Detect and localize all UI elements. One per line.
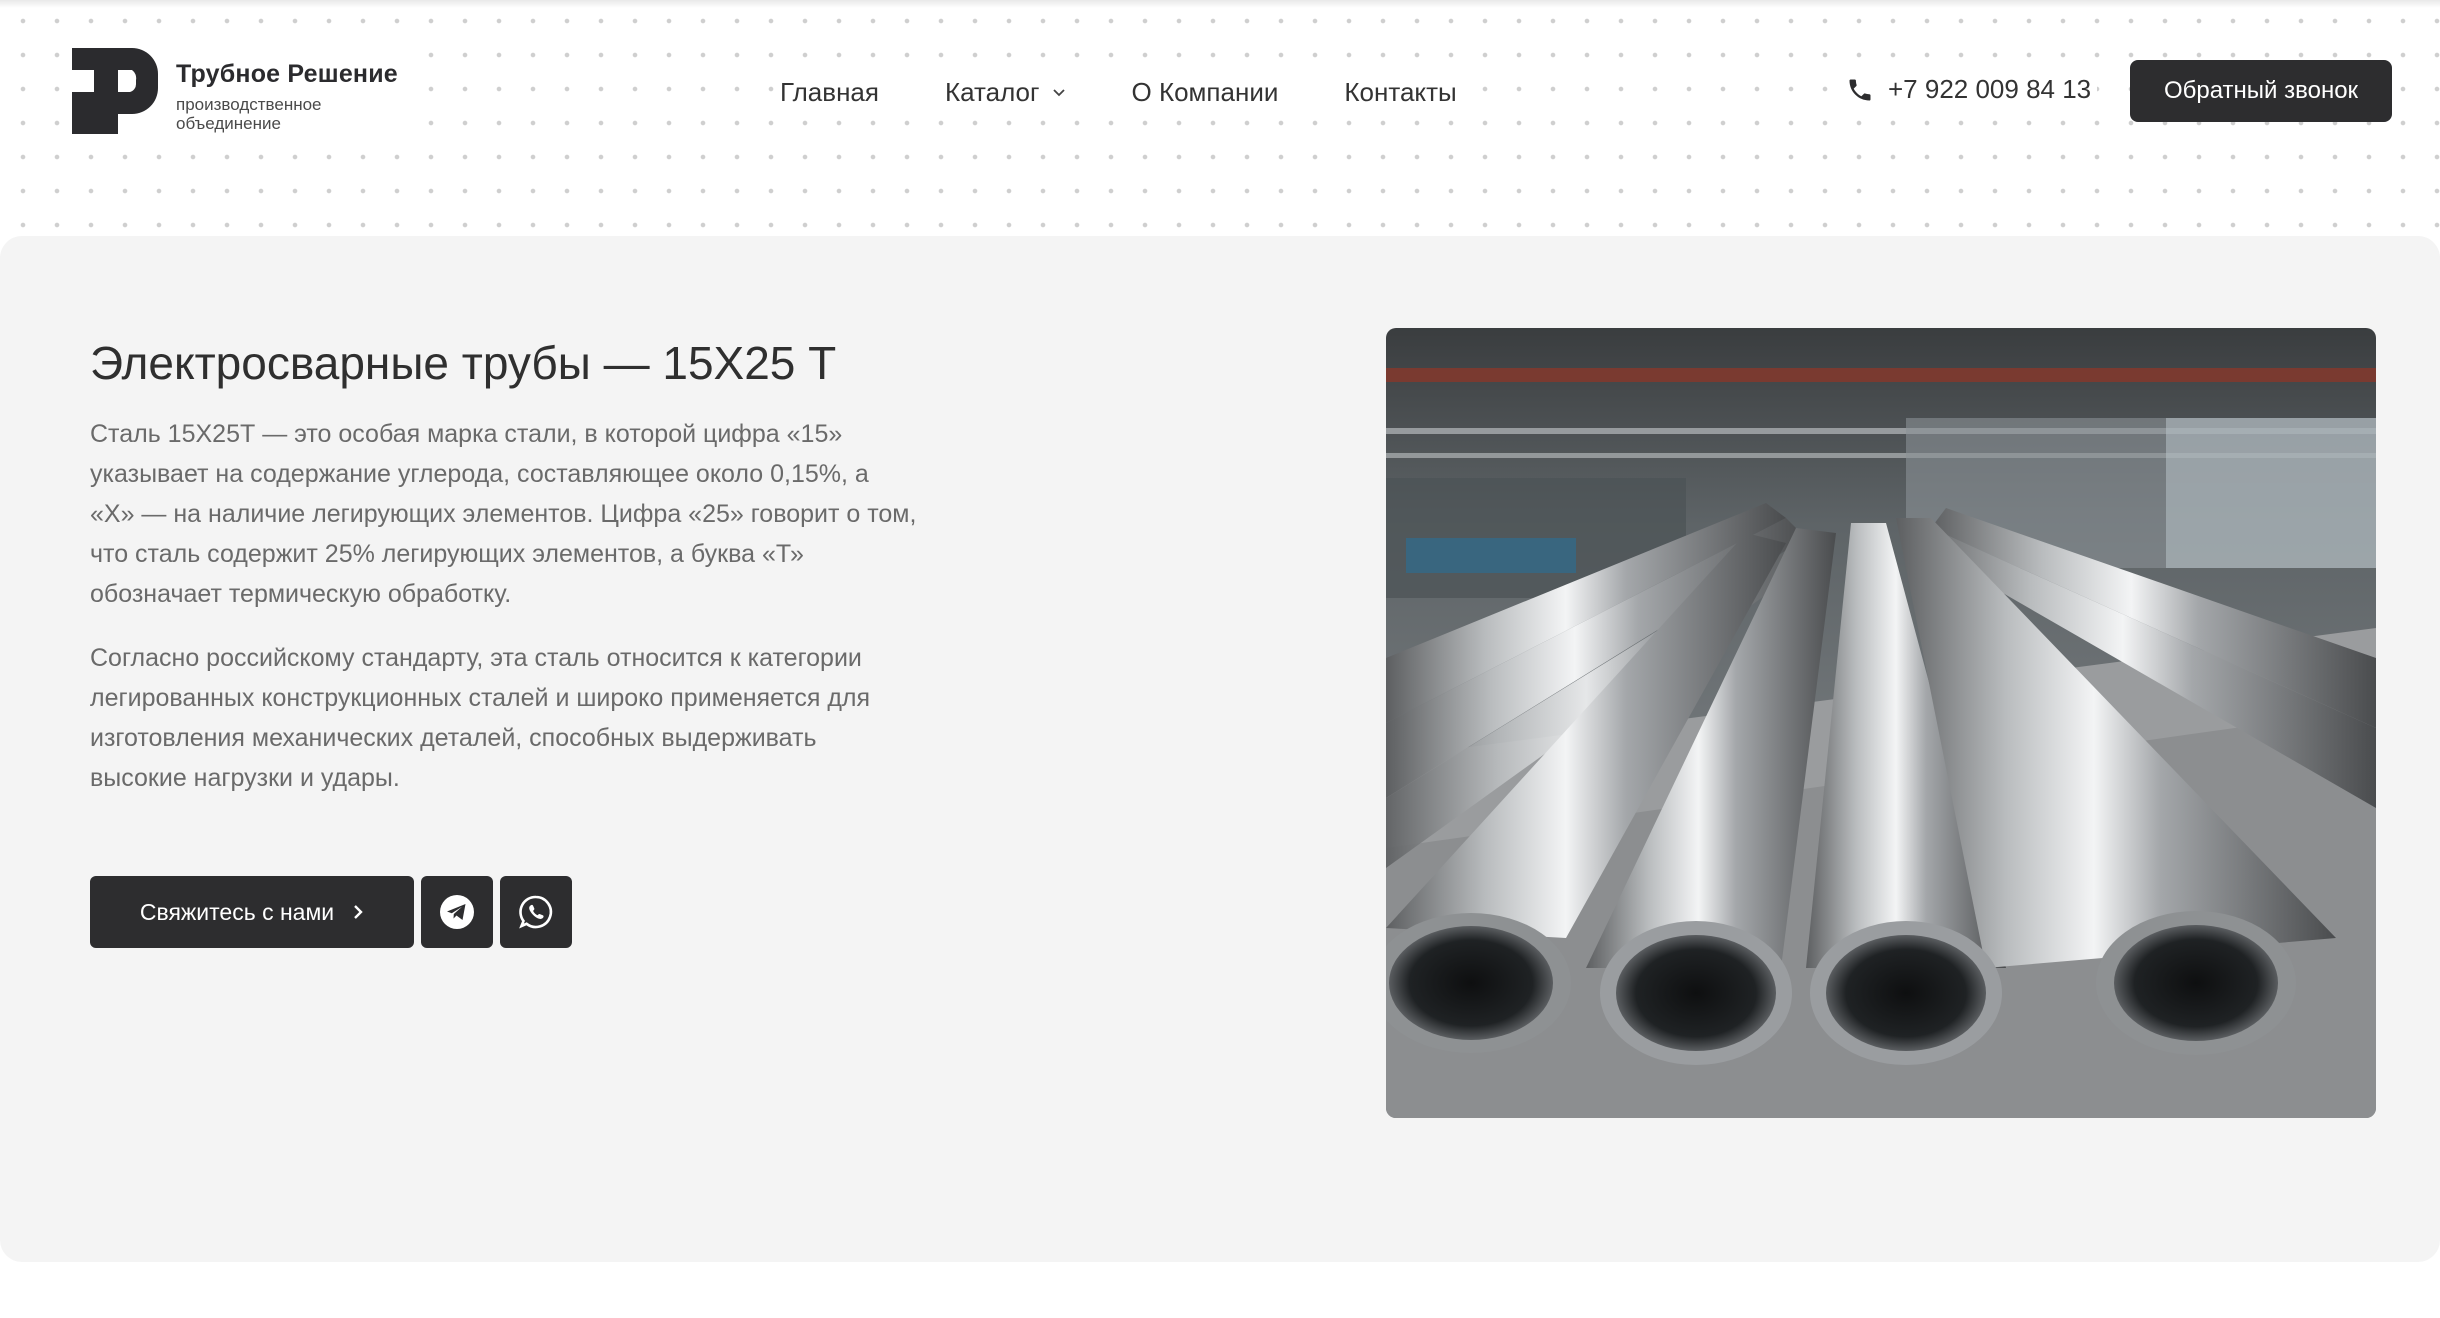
nav-item-contacts[interactable]: Контакты (1344, 77, 1456, 108)
telegram-button[interactable] (421, 876, 493, 948)
site-header: Трубное Решение производственное объедин… (0, 0, 2440, 236)
main-nav: Главная Каталог О Компании Контакты (780, 72, 1457, 112)
steel-pipes-image (1386, 328, 2376, 1118)
brand-name: Трубное Решение (176, 60, 398, 88)
brand-subtitle: производственное объединение (176, 95, 322, 133)
nav-item-label: Контакты (1344, 76, 1457, 107)
telegram-icon (440, 895, 474, 929)
contact-us-label: Свяжитесь с нами (139, 898, 335, 925)
contact-us-button[interactable]: Свяжитесь с нами (90, 876, 414, 948)
description-paragraph-1: Сталь 15Х25Т — это особая марка стали, в… (90, 420, 917, 608)
top-divider (0, 0, 2440, 8)
callback-button[interactable]: Обратный звонок (2130, 60, 2392, 122)
description-paragraph-2: Согласно российскому стандарту, эта стал… (90, 644, 871, 792)
contact-actions: Свяжитесь с нами (90, 876, 572, 948)
phone-link[interactable]: +7 922 009 84 13 (1846, 74, 2098, 105)
chevron-down-icon (1052, 89, 1065, 97)
logo-mark-icon (72, 48, 158, 134)
phone-icon (1849, 79, 1871, 100)
nav-item-label: О Компании (1131, 76, 1279, 107)
nav-item-label: Главная (780, 76, 879, 107)
nav-item-label: Каталог (944, 76, 1040, 107)
nav-item-catalog[interactable]: Каталог (945, 77, 1066, 108)
whatsapp-button[interactable] (500, 876, 572, 948)
logo[interactable]: Трубное Решение производственное объедин… (70, 46, 406, 138)
page-title: Электросварные трубы — 15Х25 Т (90, 337, 837, 389)
whatsapp-icon (519, 895, 553, 929)
nav-item-about[interactable]: О Компании (1132, 77, 1279, 108)
nav-item-home[interactable]: Главная (780, 77, 879, 108)
phone-number: +7 922 009 84 13 (1888, 74, 2092, 104)
chevron-right-icon (354, 905, 363, 919)
product-photo (1386, 328, 2376, 1118)
hero-section: Электросварные трубы — 15Х25 Т Сталь 15Х… (0, 236, 2440, 1262)
